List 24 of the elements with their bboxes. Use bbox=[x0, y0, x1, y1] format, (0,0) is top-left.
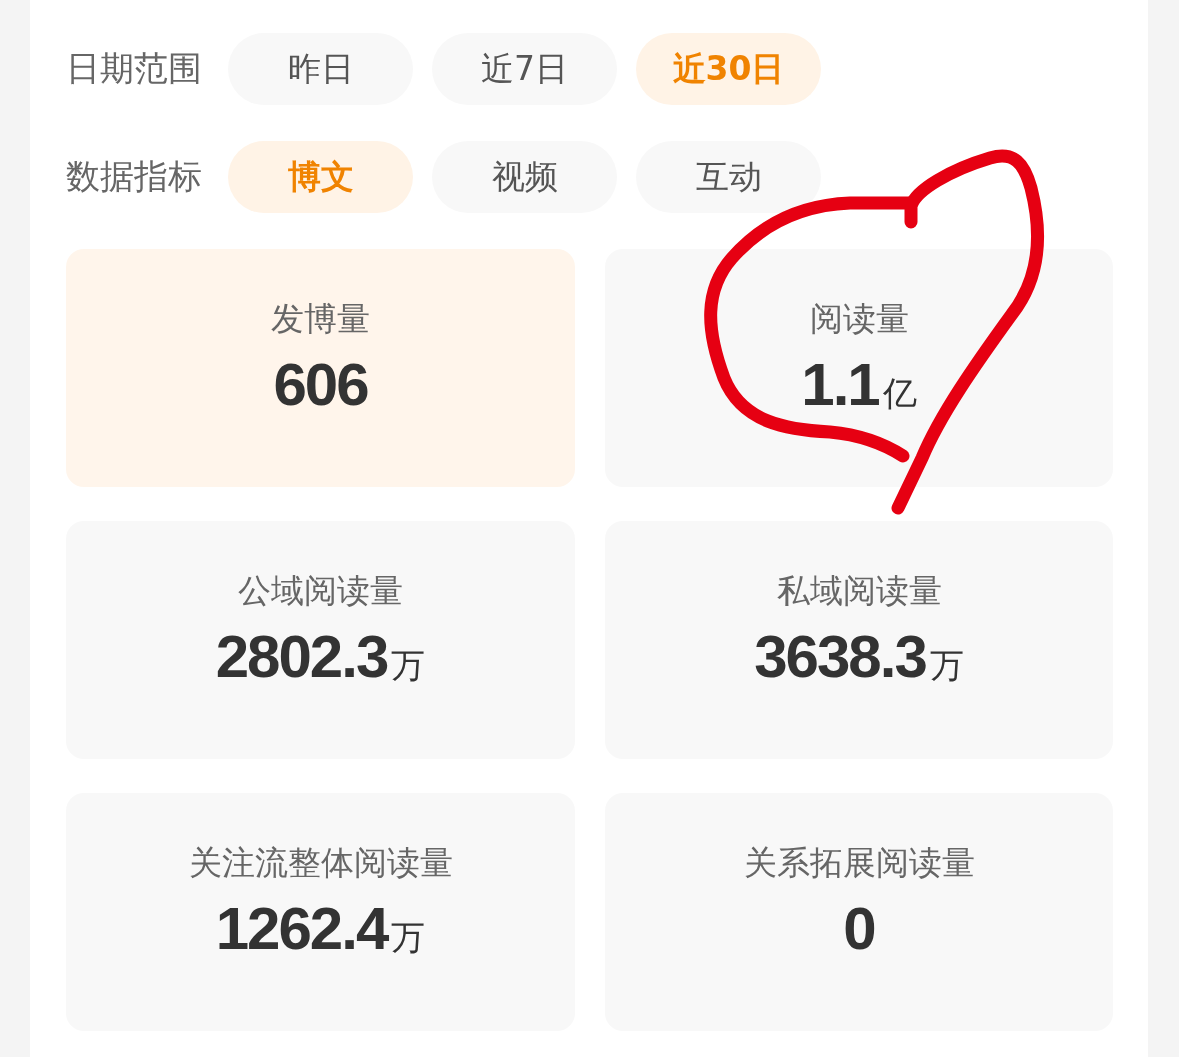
filter-chip[interactable]: 视频 bbox=[432, 141, 617, 213]
metric-value: 2802.3万 bbox=[215, 623, 426, 692]
filter-chip[interactable]: 互动 bbox=[636, 141, 821, 213]
metric-label: 公域阅读量 bbox=[238, 571, 403, 611]
metric-card[interactable]: 公域阅读量 2802.3万 bbox=[66, 521, 575, 759]
metric-value: 1.1亿 bbox=[801, 351, 917, 420]
metric-label: 关系拓展阅读量 bbox=[743, 843, 975, 883]
filter-chip[interactable]: 昨日 bbox=[228, 33, 413, 105]
metric-card[interactable]: 私域阅读量 3638.3万 bbox=[605, 521, 1113, 759]
metric-value: 1262.4万 bbox=[215, 895, 426, 964]
metric-label: 私域阅读量 bbox=[776, 571, 942, 611]
metric-card[interactable]: 发博量 606 bbox=[66, 249, 575, 487]
metric-card[interactable]: 关注流整体阅读量 1262.4万 bbox=[66, 793, 575, 1031]
metric-label: 关注流整体阅读量 bbox=[188, 843, 453, 883]
metric-card[interactable]: 关系拓展阅读量 0 bbox=[605, 793, 1113, 1031]
metric-label: 阅读量 bbox=[809, 299, 909, 339]
filter-label: 日期范围 bbox=[66, 47, 203, 90]
filter-chip[interactable]: 近7日 bbox=[432, 33, 617, 105]
metric-label: 发博量 bbox=[271, 299, 370, 339]
filter-label: 数据指标 bbox=[66, 155, 203, 198]
metric-value: 3638.3万 bbox=[754, 623, 964, 692]
metric-value: 0 bbox=[843, 895, 875, 963]
metric-value: 606 bbox=[273, 351, 368, 419]
metric-card[interactable]: 阅读量 1.1亿 bbox=[605, 249, 1113, 487]
